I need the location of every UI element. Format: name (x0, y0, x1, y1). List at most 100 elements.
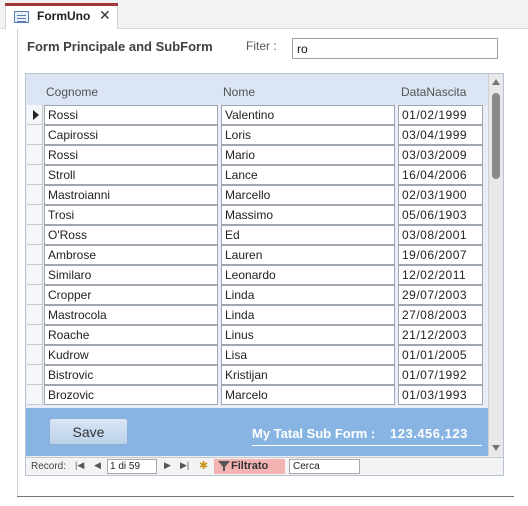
form-frame-left (17, 29, 18, 498)
cell-datanascita[interactable]: 01/01/2005 (398, 345, 483, 365)
cell-cognome[interactable]: Mastrocola (44, 305, 218, 325)
cell-nome[interactable]: Lauren (221, 245, 395, 265)
record-position-input[interactable] (107, 459, 157, 474)
cell-datanascita[interactable]: 19/06/2007 (398, 245, 483, 265)
record-selector[interactable] (27, 365, 43, 385)
record-selector[interactable] (27, 305, 43, 325)
cell-datanascita[interactable]: 27/08/2003 (398, 305, 483, 325)
record-selector[interactable] (27, 325, 43, 345)
cell-cognome[interactable]: O'Ross (44, 225, 218, 245)
record-selector[interactable] (27, 125, 43, 145)
table-row[interactable]: O'Ross Ed 03/08/2001 (26, 225, 488, 245)
total-underline (252, 445, 482, 446)
record-selector[interactable] (27, 245, 43, 265)
table-row[interactable]: Kudrow Lisa 01/01/2005 (26, 345, 488, 365)
cell-nome[interactable]: Lance (221, 165, 395, 185)
column-header-datanascita[interactable]: DataNascita (401, 85, 466, 99)
cell-nome[interactable]: Mario (221, 145, 395, 165)
cell-datanascita[interactable]: 01/07/1992 (398, 365, 483, 385)
table-row[interactable]: Roache Linus 21/12/2003 (26, 325, 488, 345)
record-selector[interactable] (27, 385, 43, 405)
table-row[interactable]: Rossi Valentino 01/02/1999 (26, 105, 488, 125)
cell-cognome[interactable]: Stroll (44, 165, 218, 185)
cell-nome[interactable]: Ed (221, 225, 395, 245)
table-row[interactable]: Trosi Massimo 05/06/1903 (26, 205, 488, 225)
cell-cognome[interactable]: Mastroianni (44, 185, 218, 205)
record-selector[interactable] (27, 205, 43, 225)
cell-nome[interactable]: Linda (221, 305, 395, 325)
cell-datanascita[interactable]: 03/04/1999 (398, 125, 483, 145)
cell-datanascita[interactable]: 03/08/2001 (398, 225, 483, 245)
cell-cognome[interactable]: Rossi (44, 105, 218, 125)
table-row[interactable]: Cropper Linda 29/07/2003 (26, 285, 488, 305)
table-row[interactable]: Capirossi Loris 03/04/1999 (26, 125, 488, 145)
record-selector[interactable] (27, 285, 43, 305)
table-row[interactable]: Bistrovic Kristijan 01/07/1992 (26, 365, 488, 385)
next-record-icon[interactable]: ▶ (164, 460, 171, 471)
cell-datanascita[interactable]: 05/06/1903 (398, 205, 483, 225)
current-record-indicator[interactable] (27, 105, 43, 125)
table-row[interactable]: Stroll Lance 16/04/2006 (26, 165, 488, 185)
cell-nome[interactable]: Marcello (221, 185, 395, 205)
cell-cognome[interactable]: Roache (44, 325, 218, 345)
cell-datanascita[interactable]: 12/02/2011 (398, 265, 483, 285)
save-button[interactable]: Save (49, 418, 128, 445)
record-selector[interactable] (27, 145, 43, 165)
cell-nome[interactable]: Valentino (221, 105, 395, 125)
cell-datanascita[interactable]: 21/12/2003 (398, 325, 483, 345)
new-record-icon[interactable]: ✱ (199, 459, 208, 472)
record-selector[interactable] (27, 345, 43, 365)
cell-nome[interactable]: Marcelo (221, 385, 395, 405)
cell-datanascita[interactable]: 03/03/2009 (398, 145, 483, 165)
cell-datanascita[interactable]: 16/04/2006 (398, 165, 483, 185)
last-record-icon[interactable]: ▶| (180, 460, 189, 471)
cell-nome[interactable]: Loris (221, 125, 395, 145)
cell-datanascita[interactable]: 02/03/1900 (398, 185, 483, 205)
record-selector[interactable] (27, 185, 43, 205)
cell-datanascita[interactable]: 01/03/1993 (398, 385, 483, 405)
table-row[interactable]: Brozovic Marcelo 01/03/1993 (26, 385, 488, 405)
cell-datanascita[interactable]: 01/02/1999 (398, 105, 483, 125)
total-value: 123.456,123 (390, 426, 468, 441)
table-row[interactable]: Rossi Mario 03/03/2009 (26, 145, 488, 165)
cell-cognome[interactable]: Brozovic (44, 385, 218, 405)
filter-label: Fiter : (246, 39, 277, 53)
cell-cognome[interactable]: Kudrow (44, 345, 218, 365)
cell-cognome[interactable]: Bistrovic (44, 365, 218, 385)
cell-cognome[interactable]: Ambrose (44, 245, 218, 265)
cell-nome[interactable]: Linus (221, 325, 395, 345)
cell-nome[interactable]: Kristijan (221, 365, 395, 385)
cell-cognome[interactable]: Capirossi (44, 125, 218, 145)
cell-cognome[interactable]: Rossi (44, 145, 218, 165)
form-icon (14, 11, 29, 23)
cell-cognome[interactable]: Trosi (44, 205, 218, 225)
cell-datanascita[interactable]: 29/07/2003 (398, 285, 483, 305)
table-row[interactable]: Mastrocola Linda 27/08/2003 (26, 305, 488, 325)
cell-nome[interactable]: Linda (221, 285, 395, 305)
filter-toggle-button[interactable]: Filtrato (214, 459, 285, 474)
vertical-scrollbar[interactable] (488, 74, 503, 456)
search-input[interactable] (289, 459, 360, 474)
column-header-cognome[interactable]: Cognome (46, 85, 98, 99)
table-row[interactable]: Mastroianni Marcello 02/03/1900 (26, 185, 488, 205)
cell-nome[interactable]: Massimo (221, 205, 395, 225)
record-selector[interactable] (27, 225, 43, 245)
scroll-up-icon[interactable] (492, 79, 500, 85)
cell-cognome[interactable]: Cropper (44, 285, 218, 305)
cell-nome[interactable]: Lisa (221, 345, 395, 365)
record-selector[interactable] (27, 265, 43, 285)
tab-formuno[interactable]: FormUno ✕ (5, 3, 118, 29)
column-header-nome[interactable]: Nome (223, 85, 255, 99)
scroll-thumb[interactable] (492, 93, 500, 179)
filter-input[interactable] (292, 38, 498, 59)
table-row[interactable]: Ambrose Lauren 19/06/2007 (26, 245, 488, 265)
record-selector[interactable] (27, 165, 43, 185)
table-row[interactable]: Similaro Leonardo 12/02/2011 (26, 265, 488, 285)
close-icon[interactable]: ✕ (99, 7, 111, 24)
scroll-down-icon[interactable] (492, 445, 500, 451)
cell-cognome[interactable]: Similaro (44, 265, 218, 285)
subform-footer: Save My Tatal Sub Form : 123.456,123 (26, 408, 488, 456)
first-record-icon[interactable]: |◀ (75, 460, 84, 471)
cell-nome[interactable]: Leonardo (221, 265, 395, 285)
previous-record-icon[interactable]: ◀ (94, 460, 101, 471)
